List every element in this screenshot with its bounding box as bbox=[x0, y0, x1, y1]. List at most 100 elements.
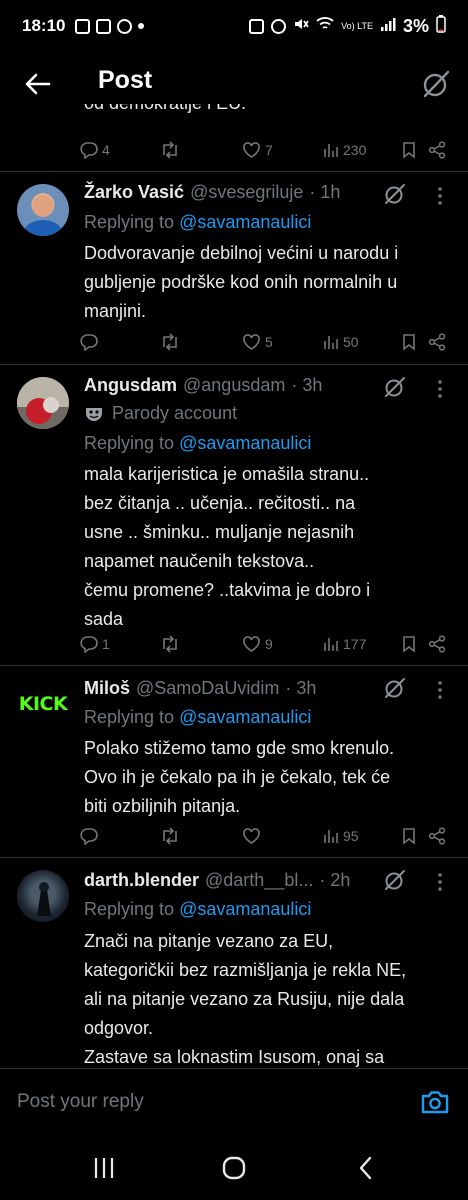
wifi-icon bbox=[316, 16, 334, 36]
like-button[interactable]: 5 bbox=[242, 329, 273, 355]
repost-button[interactable] bbox=[160, 329, 184, 355]
more-vertical-icon[interactable] bbox=[432, 870, 448, 894]
tweet-text-line: gubljenje podrške kod onih normalnih u bbox=[84, 272, 398, 292]
views-button[interactable]: 177 bbox=[323, 631, 366, 657]
author-name[interactable]: Angusdam bbox=[84, 375, 177, 396]
bookmark-button[interactable] bbox=[402, 329, 416, 355]
more-vertical-icon[interactable] bbox=[432, 678, 448, 702]
grok-icon[interactable] bbox=[383, 375, 407, 399]
repost-icon bbox=[163, 333, 177, 351]
bookmark-button[interactable] bbox=[402, 823, 416, 849]
replying-to: Replying to @savamanaulici bbox=[84, 212, 311, 233]
more-vertical-icon[interactable] bbox=[432, 377, 448, 401]
replying-to-mention[interactable]: @savamanaulici bbox=[179, 212, 311, 232]
repost-button[interactable] bbox=[160, 137, 184, 163]
views-button[interactable]: 50 bbox=[323, 329, 359, 355]
grok-icon[interactable] bbox=[383, 182, 407, 206]
like-button[interactable]: 9 bbox=[242, 631, 273, 657]
views-icon bbox=[324, 830, 338, 843]
share-button[interactable] bbox=[428, 329, 446, 355]
avatar[interactable] bbox=[17, 377, 69, 429]
author-name[interactable]: darth.blender bbox=[84, 870, 199, 891]
share-icon bbox=[428, 827, 446, 845]
bookmark-button[interactable] bbox=[402, 631, 416, 657]
system-icons: Vo) LTE 3% bbox=[249, 15, 446, 37]
repost-icon bbox=[163, 827, 177, 845]
divider bbox=[0, 665, 468, 666]
battery-percent: 3% bbox=[402, 15, 429, 36]
views-count: 50 bbox=[343, 334, 359, 350]
grok-icon[interactable] bbox=[383, 676, 407, 700]
tweet-text-line: sada bbox=[84, 609, 124, 629]
reply-button[interactable] bbox=[80, 329, 102, 355]
replying-to-label: Replying to bbox=[84, 212, 180, 232]
tweet-header: Angusdam @angusdam · 3h bbox=[84, 375, 322, 396]
author-name[interactable]: Žarko Vasić bbox=[84, 182, 184, 203]
more-vertical-icon[interactable] bbox=[432, 184, 448, 208]
tweet-header: Miloš @SamoDaUvidim · 3h bbox=[84, 678, 316, 699]
grok-icon[interactable] bbox=[420, 68, 452, 100]
avatar[interactable]: KICK bbox=[17, 678, 69, 730]
more-notifications-dot-icon bbox=[138, 23, 145, 29]
avatar[interactable] bbox=[17, 870, 69, 922]
alert-notification-icon bbox=[96, 18, 112, 34]
tweet-actions: 5 50 bbox=[80, 329, 452, 355]
reply-button[interactable]: 1 bbox=[80, 631, 110, 657]
reply-button[interactable] bbox=[80, 823, 102, 849]
tweet-time[interactable]: · 1h bbox=[309, 182, 340, 203]
bookmark-icon bbox=[403, 828, 415, 845]
bookmark-button[interactable] bbox=[402, 137, 416, 163]
grok-icon[interactable] bbox=[383, 868, 407, 892]
share-button[interactable] bbox=[428, 631, 446, 657]
parody-label: Parody account bbox=[112, 403, 238, 423]
replying-to: Replying to @savamanaulici bbox=[84, 899, 311, 920]
divider bbox=[0, 364, 468, 365]
arrow-left-icon[interactable] bbox=[22, 68, 54, 100]
avatar[interactable] bbox=[17, 184, 69, 236]
tweet-actions: 1 9 177 bbox=[80, 631, 452, 657]
replying-to-mention[interactable]: @savamanaulici bbox=[179, 707, 311, 727]
back-nav-icon[interactable] bbox=[350, 1154, 382, 1182]
status-time: 18:10 bbox=[22, 16, 66, 35]
tweet-text-line: Zastave sa loknastim Isusom, onaj sa bbox=[84, 1047, 385, 1067]
share-icon bbox=[428, 141, 446, 159]
like-button[interactable] bbox=[242, 823, 265, 849]
tweet-text-line: Dodvoravanje debilnoj većini u narodu i bbox=[84, 243, 399, 263]
author-handle[interactable]: @angusdam bbox=[183, 375, 285, 396]
mute-icon bbox=[293, 16, 309, 36]
like-count: 7 bbox=[265, 142, 273, 158]
views-button[interactable]: 230 bbox=[323, 137, 366, 163]
reply-icon bbox=[80, 334, 98, 351]
reply-button[interactable]: 4 bbox=[80, 137, 110, 163]
share-button[interactable] bbox=[428, 137, 446, 163]
recent-apps-icon[interactable] bbox=[88, 1154, 120, 1182]
tweet-text: Polako stižemo tamo gde smo krenulo. Ovo… bbox=[84, 734, 454, 821]
share-icon bbox=[428, 635, 446, 653]
tweet-time[interactable]: · 3h bbox=[285, 678, 316, 699]
tweet-text-line: biti ozbiljnih pitanja. bbox=[84, 796, 241, 816]
views-button[interactable]: 95 bbox=[323, 823, 359, 849]
tweet-time[interactable]: · 3h bbox=[291, 375, 322, 396]
replying-to-label: Replying to bbox=[84, 707, 180, 727]
bookmark-icon bbox=[403, 142, 415, 159]
author-handle[interactable]: @SamoDaUvidim bbox=[136, 678, 279, 699]
replying-to-mention[interactable]: @savamanaulici bbox=[179, 433, 311, 453]
author-name[interactable]: Miloš bbox=[84, 678, 130, 699]
reply-input[interactable]: Post your reply bbox=[17, 1091, 144, 1113]
like-button[interactable]: 7 bbox=[242, 137, 273, 163]
share-button[interactable] bbox=[428, 823, 446, 849]
repost-button[interactable] bbox=[160, 823, 184, 849]
replying-to-mention[interactable]: @savamanaulici bbox=[179, 899, 311, 919]
tweet-time[interactable]: · 2h bbox=[319, 870, 350, 891]
author-handle[interactable]: @svesegriluje bbox=[190, 182, 303, 203]
bookmark-icon bbox=[403, 334, 415, 351]
tweet-text-line: bez čitanja .. učenja.. rečitosti.. na bbox=[84, 493, 356, 513]
tweet-text-line: odgovor. bbox=[84, 1018, 154, 1038]
repost-button[interactable] bbox=[160, 631, 184, 657]
camera-icon[interactable] bbox=[420, 1087, 450, 1117]
author-handle[interactable]: @darth__bl... bbox=[205, 870, 313, 891]
views-count: 230 bbox=[343, 142, 367, 158]
views-count: 177 bbox=[343, 636, 367, 652]
reply-composer[interactable]: Post your reply bbox=[0, 1068, 468, 1136]
home-icon[interactable] bbox=[218, 1154, 250, 1182]
